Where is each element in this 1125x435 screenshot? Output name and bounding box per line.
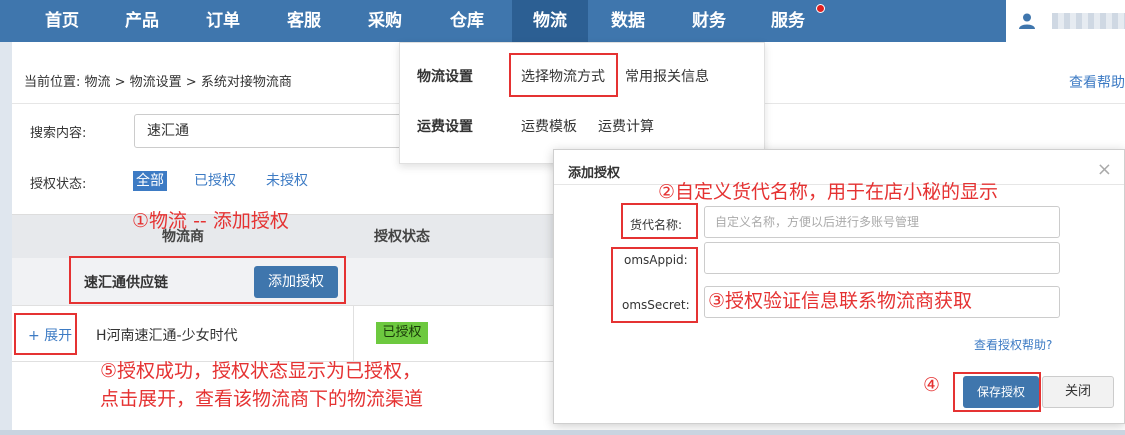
user-icon — [1019, 13, 1035, 29]
highlight-add-auth — [69, 256, 346, 304]
nav-products[interactable]: 产品 — [107, 0, 177, 42]
annotation-step2: ②自定义货代名称，用于在店小秘的显示 — [658, 181, 999, 203]
annotation-step4: ④ — [923, 374, 941, 396]
nav-customer-service[interactable]: 客服 — [269, 0, 339, 42]
search-label: 搜索内容: — [30, 126, 87, 141]
nav-orders[interactable]: 订单 — [188, 0, 258, 42]
modal-title: 添加授权 — [568, 166, 621, 181]
table-row: + 展开 H河南速汇通-少女时代 已授权 — [12, 306, 557, 362]
user-name-redacted — [1052, 13, 1125, 29]
filter-authorized[interactable]: 已授权 — [194, 171, 236, 191]
col-auth-status: 授权状态 — [374, 229, 430, 245]
bottom-strip — [0, 430, 1125, 435]
filter-all[interactable]: 全部 — [133, 171, 167, 191]
menu-item-freight-calc[interactable]: 运费计算 — [598, 116, 654, 136]
menu-item-freight-template[interactable]: 运费模板 — [521, 116, 577, 136]
logistics-dropdown-menu: 物流设置 选择物流方式 常用报关信息 运费设置 运费模板 运费计算 — [399, 42, 765, 164]
nav-warehouse[interactable]: 仓库 — [432, 0, 502, 42]
nav-finance[interactable]: 财务 — [674, 0, 744, 42]
nav-home[interactable]: 首页 — [27, 0, 97, 42]
highlight-expand — [14, 313, 77, 355]
close-button[interactable]: 关闭 — [1042, 376, 1114, 408]
menu-heading-logistics-settings: 物流设置 — [417, 69, 473, 85]
nav-data[interactable]: 数据 — [593, 0, 663, 42]
menu-item-customs-info[interactable]: 常用报关信息 — [625, 66, 709, 86]
carrier-name-input[interactable]: 自定义名称，方便以后进行多账号管理 — [704, 206, 1060, 238]
nav-logistics[interactable]: 物流 — [512, 0, 588, 42]
annotation-step5-line2: 点击展开，查看该物流商下的物流渠道 — [100, 388, 424, 410]
nav-service[interactable]: 服务 — [753, 0, 823, 42]
status-badge: 已授权 — [376, 322, 428, 344]
annotation-step3: ③授权验证信息联系物流商获取 — [708, 290, 973, 312]
annotation-step1: ①物流 -- 添加授权 — [132, 210, 289, 232]
highlight-save-button — [953, 372, 1041, 412]
notification-dot — [816, 4, 825, 13]
breadcrumb-text: 当前位置: 物流 > 物流设置 > 系统对接物流商 — [24, 75, 292, 90]
column-divider — [353, 306, 354, 361]
search-input[interactable]: 速汇通 — [134, 114, 414, 148]
oms-appid-input[interactable] — [704, 242, 1060, 274]
nav-purchasing[interactable]: 采购 — [350, 0, 420, 42]
user-menu[interactable] — [1006, 0, 1125, 42]
top-nav: 首页 产品 订单 客服 采购 仓库 物流 数据 财务 服务 — [0, 0, 1125, 42]
help-link[interactable]: 查看帮助 — [1069, 62, 1125, 104]
highlight-choose-method — [509, 53, 618, 97]
close-icon[interactable]: × — [1097, 159, 1112, 180]
filter-unauthorized[interactable]: 未授权 — [266, 171, 308, 191]
add-authorization-modal: 添加授权 × 货代名称: 自定义名称，方便以后进行多账号管理 omsAppid:… — [553, 149, 1125, 424]
highlight-oms-fields — [611, 247, 698, 323]
highlight-carrier-name — [621, 203, 698, 239]
annotation-step5-line1: ⑤授权成功，授权状态显示为已授权， — [100, 360, 422, 382]
auth-status-label: 授权状态: — [30, 177, 87, 192]
menu-heading-freight-settings: 运费设置 — [417, 119, 473, 135]
channel-name: H河南速汇通-少女时代 — [96, 328, 238, 344]
auth-help-link[interactable]: 查看授权帮助? — [974, 336, 1052, 353]
